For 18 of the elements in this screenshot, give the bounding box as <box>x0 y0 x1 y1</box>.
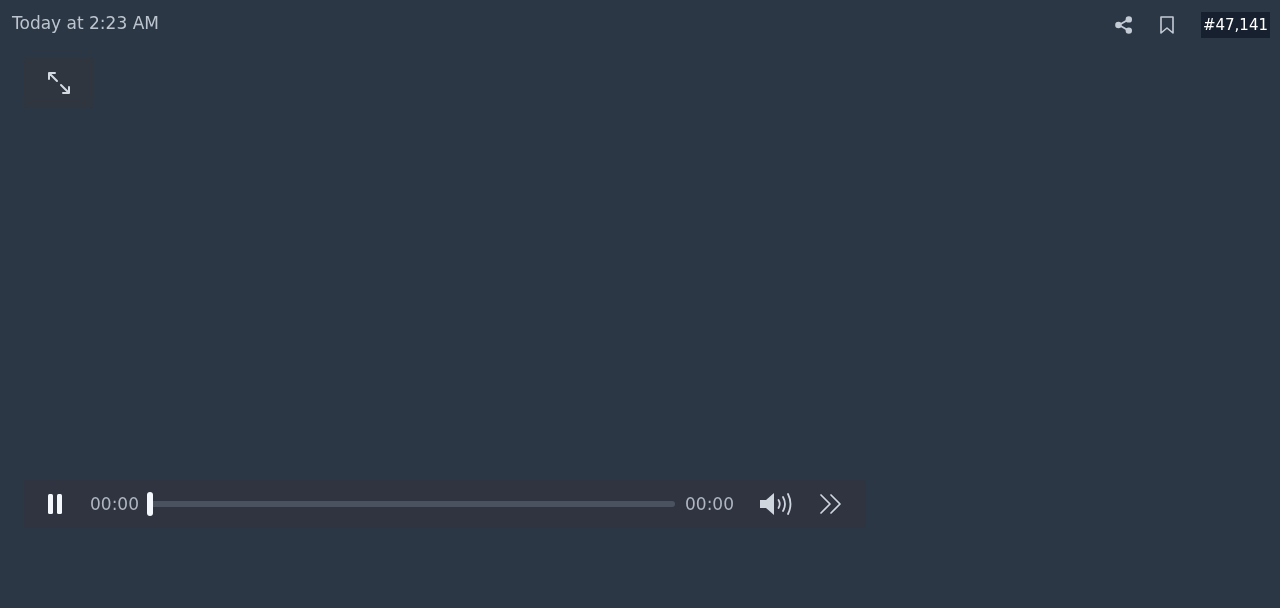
pause-button[interactable] <box>48 494 62 514</box>
bookmark-icon <box>1159 16 1174 34</box>
progress-slider[interactable] <box>147 492 675 516</box>
post-timestamp: Today at 2:23 AM <box>12 13 159 33</box>
fast-forward-button[interactable] <box>820 494 842 514</box>
elapsed-time: 00:00 <box>90 494 139 514</box>
bookmark-button[interactable] <box>1159 16 1174 34</box>
volume-button[interactable] <box>760 492 794 516</box>
expand-button[interactable] <box>24 58 94 108</box>
pause-icon <box>48 494 62 514</box>
share-button[interactable] <box>1114 16 1133 34</box>
volume-icon <box>760 492 794 516</box>
duration-time: 00:00 <box>685 494 734 514</box>
post-number-link[interactable]: #47,141 <box>1200 12 1270 38</box>
share-icon <box>1114 16 1133 34</box>
expand-icon <box>47 71 71 95</box>
progress-thumb[interactable] <box>147 492 153 516</box>
fast-forward-icon <box>820 494 842 514</box>
